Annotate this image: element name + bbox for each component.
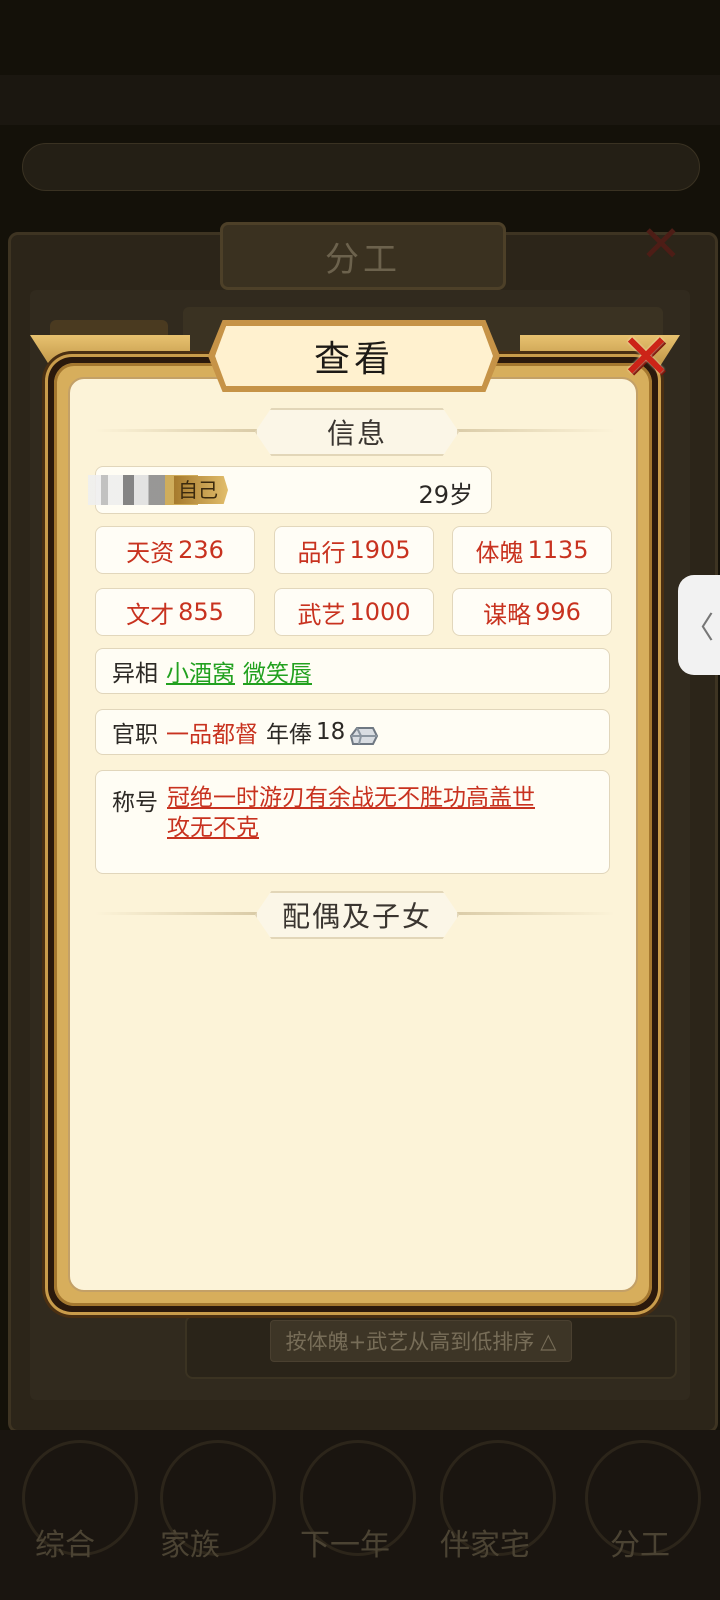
- chevron-left-icon: 〈: [684, 611, 714, 646]
- age-value: 29岁: [418, 481, 473, 509]
- stat-conduct: 品行 1905: [274, 526, 434, 574]
- tab-overview: 综合: [35, 1528, 95, 1563]
- stat-label: 品行: [297, 538, 346, 567]
- dialog-header: 查看: [215, 326, 493, 386]
- stat-value: 1905: [349, 536, 411, 564]
- office-rank: 一品都督: [166, 722, 258, 748]
- tab-next-year: 下一年: [300, 1528, 390, 1563]
- divider-line: [95, 429, 265, 432]
- title-link[interactable]: 冠绝一时: [167, 785, 259, 811]
- title-link[interactable]: 攻无不克: [167, 815, 259, 841]
- stat-label: 武艺: [297, 600, 346, 629]
- panel-close-icon: ✕: [640, 215, 682, 273]
- sort-label: 按体魄+武艺从高到低排序: [285, 1330, 535, 1354]
- stat-value: 855: [178, 598, 224, 626]
- stat-label: 体魄: [475, 538, 524, 567]
- sort-button: 按体魄+武艺从高到低排序 △: [270, 1320, 572, 1362]
- top-bar: [0, 75, 720, 125]
- side-collapse-button[interactable]: 〈: [678, 575, 720, 675]
- stat-physique: 体魄 1135: [452, 526, 612, 574]
- tab-house: 伴家宅: [440, 1528, 530, 1563]
- stat-value: 236: [178, 536, 224, 564]
- title-link[interactable]: 功高盖世: [443, 785, 535, 811]
- traits-row: 异相 小酒窝 微笑唇: [95, 648, 610, 694]
- stat-talent: 天资 236: [95, 526, 255, 574]
- panel-title: 分工: [325, 239, 401, 280]
- stat-strategy: 谋略 996: [452, 588, 612, 636]
- office-row: 官职 一品都督 年俸 18: [95, 709, 610, 755]
- stat-literary: 文才 855: [95, 588, 255, 636]
- stat-value: 996: [535, 598, 581, 626]
- resource-bar: [22, 143, 700, 191]
- salary-label: 年俸: [266, 722, 312, 748]
- close-icon: ✕: [620, 320, 672, 393]
- stat-martial: 武艺 1000: [274, 588, 434, 636]
- self-tag: 自己: [174, 476, 228, 504]
- tab-family: 家族: [160, 1528, 220, 1563]
- stat-label: 天资: [126, 538, 175, 567]
- divider-line: [445, 429, 615, 432]
- stat-value: 1000: [349, 598, 411, 626]
- info-section-title: 信息: [255, 408, 459, 456]
- divider-line: [95, 912, 265, 915]
- titles-list: 冠绝一时游刃有余战无不胜功高盖世攻无不克: [167, 783, 587, 843]
- salary-value: 18: [316, 719, 346, 745]
- stat-value: 1135: [527, 536, 589, 564]
- panel-title-plate: 分工: [220, 222, 506, 290]
- family-section-header: 配偶及子女: [95, 891, 615, 939]
- titles-box: 称号 冠绝一时游刃有余战无不胜功高盖世攻无不克: [95, 770, 610, 874]
- silver-ingot-icon: [347, 722, 379, 745]
- family-section-title: 配偶及子女: [255, 891, 459, 939]
- title-link[interactable]: 战无不胜: [351, 785, 443, 811]
- divider-line: [445, 912, 615, 915]
- titles-label: 称号: [112, 790, 158, 816]
- stat-label: 文才: [126, 600, 175, 629]
- name-bar: 自己 29岁: [88, 466, 492, 514]
- title-link[interactable]: 游刃有余: [259, 785, 351, 811]
- dialog-title: 查看: [313, 339, 394, 380]
- info-section-header: 信息: [95, 408, 615, 456]
- stat-label: 谋略: [483, 600, 532, 629]
- office-label: 官职: [112, 722, 158, 748]
- close-button[interactable]: ✕: [615, 326, 677, 394]
- trait-link-dimple[interactable]: 小酒窝: [166, 654, 235, 688]
- trait-link-smile[interactable]: 微笑唇: [243, 654, 312, 688]
- triangle-up-icon: △: [540, 1329, 557, 1353]
- tab-assignment: 分工: [610, 1528, 670, 1563]
- traits-label: 异相: [112, 661, 158, 687]
